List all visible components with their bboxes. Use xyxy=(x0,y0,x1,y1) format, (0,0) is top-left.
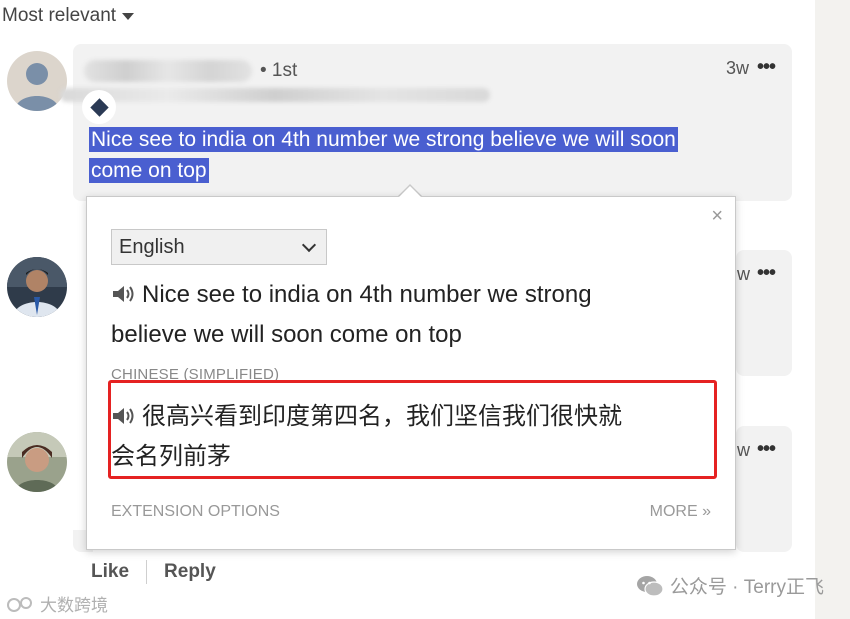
caret-down-icon xyxy=(122,12,135,20)
watermark-left: 大数跨境 xyxy=(6,591,108,616)
more-dots-icon[interactable]: ••• xyxy=(757,438,776,461)
avatar[interactable] xyxy=(7,51,67,111)
connection-degree: • 1st xyxy=(260,60,298,81)
highlight-box xyxy=(108,380,717,479)
language-select-value: English xyxy=(119,235,185,258)
avatar[interactable] xyxy=(7,432,67,492)
source-text-line: believe we will soon come on top xyxy=(111,321,462,348)
comment-text-line: come on top xyxy=(89,158,209,183)
sort-label: Most relevant xyxy=(2,5,117,26)
popup-arrow-inner xyxy=(399,186,421,197)
author-headline-blurred xyxy=(60,88,490,102)
watermark-logo-icon xyxy=(7,596,32,612)
reply-button[interactable]: Reply xyxy=(164,561,216,583)
language-select[interactable]: English xyxy=(111,229,327,265)
close-icon[interactable]: × xyxy=(711,205,723,228)
watermark-text: 大数跨境 xyxy=(40,596,108,615)
comment-time: w xyxy=(737,264,750,284)
translate-popup: × English Nice see to india on 4th numbe… xyxy=(86,196,736,550)
sort-dropdown[interactable]: Most relevant xyxy=(2,5,135,27)
like-button[interactable]: Like xyxy=(91,561,129,583)
wechat-icon xyxy=(636,575,664,597)
source-text-line: Nice see to india on 4th number we stron… xyxy=(142,281,592,308)
comment-time: w xyxy=(737,440,750,460)
source-text: Nice see to india on 4th number we stron… xyxy=(111,275,711,355)
comment-text-selected[interactable]: Nice see to india on 4th number we stron… xyxy=(89,124,739,186)
avatar[interactable] xyxy=(7,257,67,317)
author-name-blurred[interactable] xyxy=(84,60,252,82)
more-dots-icon[interactable]: ••• xyxy=(757,56,776,79)
page: Most relevant • 1st 3w ••• Nice see to i… xyxy=(0,0,850,619)
comment-time: 3w xyxy=(726,58,750,78)
badge-icon xyxy=(82,90,116,124)
watermark-text: 公众号 · Terry正飞 xyxy=(669,577,824,598)
chevron-down-icon xyxy=(301,237,317,252)
more-link[interactable]: MORE » xyxy=(650,503,711,521)
speaker-icon[interactable] xyxy=(111,284,135,304)
action-divider xyxy=(146,560,148,584)
watermark-right: 公众号 · Terry正飞 xyxy=(636,572,824,599)
more-dots-icon[interactable]: ••• xyxy=(757,262,776,285)
comment-text-line: Nice see to india on 4th number we stron… xyxy=(89,127,678,152)
extension-options-link[interactable]: EXTENSION OPTIONS xyxy=(111,503,280,521)
right-background-strip xyxy=(815,0,850,619)
comment-actions: Like Reply xyxy=(91,560,216,584)
